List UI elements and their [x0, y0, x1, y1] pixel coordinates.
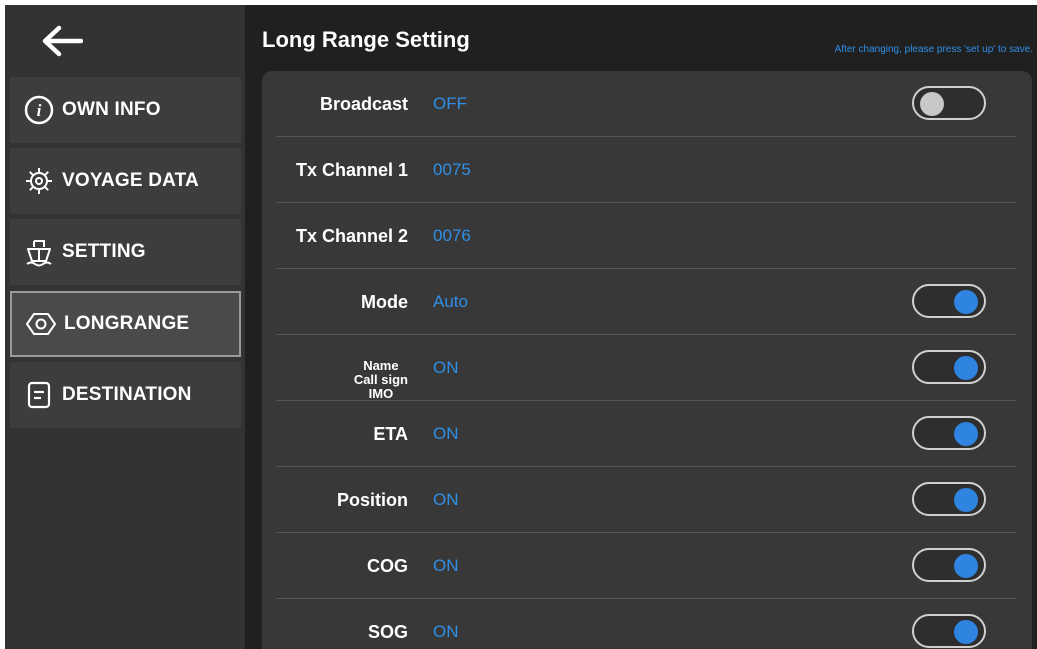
- cog-toggle[interactable]: [912, 548, 986, 582]
- sidebar-item-destination[interactable]: DESTINATION: [10, 362, 241, 428]
- row-label-line: Name: [363, 358, 399, 373]
- header: Long Range Setting After changing, pleas…: [245, 5, 1037, 71]
- toggle-knob: [954, 554, 978, 578]
- row-label: COG: [366, 555, 408, 576]
- save-hint: After changing, please press 'set up' to…: [834, 44, 1033, 55]
- setting-row-tx-channel-1[interactable]: Tx Channel 1 0075: [276, 137, 1016, 203]
- row-label-line: IMO: [368, 386, 394, 401]
- sidebar-item-setting[interactable]: SETTING: [10, 219, 241, 285]
- row-label: Name Call sign IMO: [354, 335, 408, 401]
- row-value: OFF: [433, 94, 467, 113]
- position-toggle[interactable]: [912, 482, 986, 516]
- ship-wheel-icon: [22, 164, 56, 198]
- sog-toggle[interactable]: [912, 614, 986, 648]
- row-label: Position: [337, 489, 408, 510]
- setting-row-mode: Mode Auto: [276, 269, 1016, 335]
- sidebar-item-label: VOYAGE DATA: [62, 170, 199, 191]
- setting-row-broadcast: Broadcast OFF: [276, 71, 1016, 137]
- toggle-knob: [954, 620, 978, 644]
- sidebar: i OWN INFO VOYAGE DATA SETTING LONGRANGE…: [5, 5, 245, 649]
- setting-row-position: Position ON: [276, 467, 1016, 533]
- row-label-line: Call sign: [353, 372, 408, 387]
- destination-icon: [22, 378, 56, 412]
- info-icon: i: [22, 93, 56, 127]
- sidebar-item-own-info[interactable]: i OWN INFO: [10, 77, 241, 143]
- row-value: ON: [433, 490, 459, 509]
- row-value: Auto: [433, 292, 468, 311]
- broadcast-toggle[interactable]: [912, 86, 986, 120]
- sidebar-item-voyage-data[interactable]: VOYAGE DATA: [10, 148, 241, 214]
- row-label: SOG: [367, 621, 408, 642]
- row-value: ON: [433, 556, 459, 575]
- row-label: Tx Channel 1: [295, 159, 408, 180]
- row-value: 0076: [433, 226, 471, 245]
- ship-icon: [22, 235, 56, 269]
- main-content: Long Range Setting After changing, pleas…: [245, 5, 1037, 649]
- row-label: ETA: [373, 423, 408, 444]
- setting-row-sog: SOG ON: [276, 599, 1016, 649]
- sidebar-item-label: OWN INFO: [62, 99, 161, 120]
- row-label: Mode: [361, 291, 408, 312]
- back-button[interactable]: [5, 5, 245, 77]
- setting-row-tx-channel-2[interactable]: Tx Channel 2 0076: [276, 203, 1016, 269]
- svg-text:i: i: [37, 101, 42, 120]
- row-value: ON: [433, 622, 459, 641]
- sidebar-item-label: SETTING: [62, 241, 146, 262]
- app-frame: i OWN INFO VOYAGE DATA SETTING LONGRANGE…: [5, 5, 1037, 649]
- setting-row-eta: ETA ON: [276, 401, 1016, 467]
- row-value: 0075: [433, 160, 471, 179]
- sidebar-item-label: LONGRANGE: [64, 313, 190, 334]
- row-label: Tx Channel 2: [295, 225, 408, 246]
- toggle-knob: [954, 356, 978, 380]
- toggle-knob: [920, 92, 944, 116]
- setting-row-cog: COG ON: [276, 533, 1016, 599]
- row-value: ON: [433, 424, 459, 443]
- sidebar-item-longrange[interactable]: LONGRANGE: [10, 291, 241, 357]
- eta-toggle[interactable]: [912, 416, 986, 450]
- setting-row-name-callsign-imo: Name Call sign IMO ON: [276, 335, 1016, 401]
- settings-panel: Broadcast OFF Tx Channel 1 0075 Tx Chann…: [262, 71, 1032, 649]
- longrange-icon: [24, 307, 58, 341]
- toggle-knob: [954, 290, 978, 314]
- toggle-knob: [954, 488, 978, 512]
- sidebar-item-label: DESTINATION: [62, 384, 192, 405]
- mode-toggle[interactable]: [912, 284, 986, 318]
- row-value: ON: [433, 358, 459, 377]
- page-title: Long Range Setting: [262, 27, 470, 52]
- back-arrow-icon: [42, 25, 83, 57]
- name-callsign-imo-toggle[interactable]: [912, 350, 986, 384]
- toggle-knob: [954, 422, 978, 446]
- row-label: Broadcast: [319, 93, 408, 114]
